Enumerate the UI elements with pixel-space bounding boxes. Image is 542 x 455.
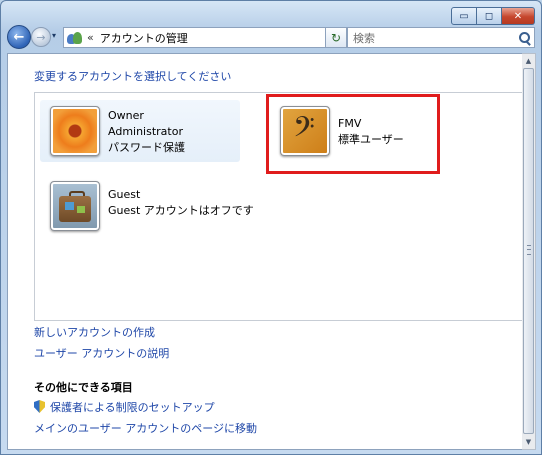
scroll-up-arrow[interactable]: ▲ [522, 54, 535, 68]
search-input[interactable]: 検索 [348, 30, 516, 46]
content-pane: 変更するアカウントを選択してください Owner Administrator パ… [7, 53, 525, 450]
account-tile-owner[interactable]: Owner Administrator パスワード保護 [40, 100, 240, 162]
back-button[interactable]: ← [7, 25, 31, 49]
caption-buttons: ▭ ◻ ✕ [451, 7, 535, 25]
account-details: Owner Administrator パスワード保護 [108, 108, 185, 156]
vertical-scrollbar[interactable]: ▲ ▼ [522, 53, 536, 450]
flower-icon [50, 106, 100, 156]
address-bar[interactable]: « アカウントの管理 ▾ [63, 27, 343, 48]
account-details: Guest Guest アカウントはオフです [108, 187, 308, 219]
highlight-frame [266, 94, 440, 174]
refresh-button[interactable]: ↻ [325, 27, 347, 48]
recent-pages-dropdown[interactable]: ▾ [52, 31, 56, 40]
breadcrumb-overflow[interactable]: « [87, 31, 94, 44]
about-accounts-link[interactable]: ユーザー アカウントの説明 [34, 345, 169, 361]
parental-controls-link[interactable]: 保護者による制限のセットアップ [50, 401, 215, 414]
parental-controls-item[interactable]: 保護者による制限のセットアップ [34, 399, 215, 415]
account-tile-guest[interactable]: Guest Guest アカウントはオフです [40, 175, 254, 237]
close-button[interactable]: ✕ [502, 7, 535, 25]
scroll-thumb[interactable] [523, 68, 534, 434]
navigation-bar: ← → ▾ « アカウントの管理 ▾ ↻ 検索 [7, 25, 535, 49]
account-status: Guest アカウントはオフです [108, 204, 254, 217]
suitcase-icon [50, 181, 100, 231]
search-icon[interactable] [516, 31, 534, 46]
choose-account-link[interactable]: 変更するアカウントを選択してください [34, 68, 231, 84]
create-account-link[interactable]: 新しいアカウントの作成 [34, 324, 155, 340]
account-type: Administrator [108, 125, 183, 138]
main-page-link[interactable]: メインのユーザー アカウントのページに移動 [34, 420, 257, 436]
minimize-button[interactable]: ▭ [451, 7, 477, 25]
breadcrumb-current[interactable]: アカウントの管理 [100, 30, 326, 46]
control-panel-window: ▭ ◻ ✕ ← → ▾ « アカウントの管理 ▾ ↻ 検索 変更するアカウントを… [0, 0, 542, 455]
maximize-button[interactable]: ◻ [477, 7, 502, 25]
search-box[interactable]: 検索 [347, 27, 535, 48]
account-name: Owner [108, 109, 144, 122]
forward-button[interactable]: → [31, 27, 51, 47]
shield-icon [34, 400, 45, 413]
account-name: Guest [108, 188, 141, 201]
user-accounts-icon [67, 31, 83, 45]
other-tasks-heading: その他にできる項目 [34, 381, 133, 394]
account-status: パスワード保護 [108, 141, 185, 154]
scroll-down-arrow[interactable]: ▼ [522, 435, 535, 449]
